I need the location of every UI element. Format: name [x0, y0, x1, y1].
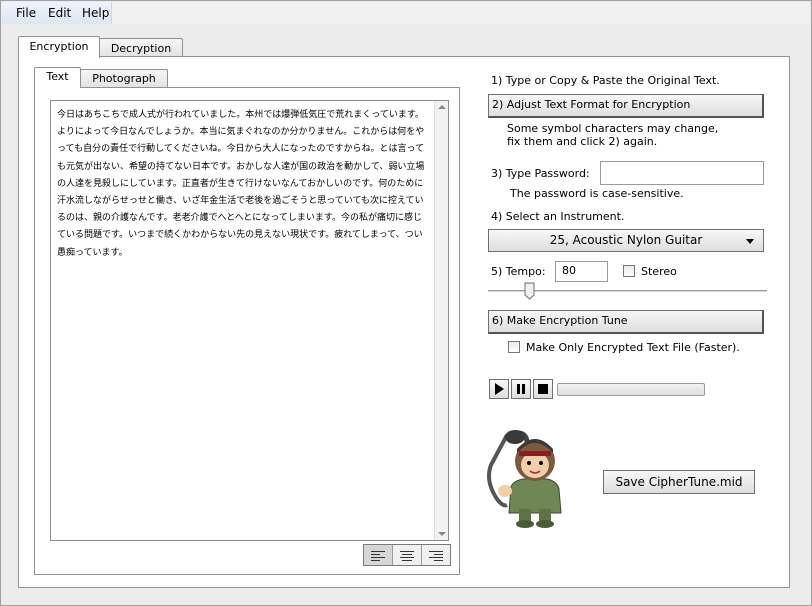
tab-encryption[interactable]: Encryption: [18, 36, 100, 58]
play-icon[interactable]: [489, 379, 509, 399]
stereo-label: Stereo: [641, 265, 677, 278]
save-ciphertune-button[interactable]: Save CipherTune.mid: [603, 470, 755, 494]
tab-photograph[interactable]: Photograph: [80, 69, 168, 87]
adjust-text-format-button[interactable]: 2) Adjust Text Format for Encryption: [488, 94, 764, 118]
tempo-input[interactable]: 80: [555, 261, 608, 282]
stereo-checkbox[interactable]: [623, 265, 635, 277]
instrument-selected-value: 25, Acoustic Nylon Guitar: [549, 233, 703, 247]
tab-text[interactable]: Text: [34, 67, 81, 88]
step5-tempo-label: 5) Tempo:: [491, 265, 546, 278]
step4-instrument-label: 4) Select an Instrument.: [491, 210, 625, 223]
password-input[interactable]: [600, 161, 764, 185]
align-center-icon[interactable]: [393, 545, 422, 565]
make-encryption-tune-button[interactable]: 6) Make Encryption Tune: [488, 310, 764, 334]
menu-help[interactable]: Help: [82, 6, 109, 20]
menu-edit[interactable]: Edit: [48, 6, 71, 20]
guitar-mascot-icon: [487, 430, 562, 528]
text-vertical-scrollbar[interactable]: [434, 101, 448, 540]
align-right-icon[interactable]: [422, 545, 450, 565]
only-text-file-checkbox[interactable]: [508, 341, 520, 353]
menu-bar: File Edit Help: [2, 2, 810, 24]
stop-icon[interactable]: [533, 379, 553, 399]
only-text-file-label: Make Only Encrypted Text File (Faster).: [526, 341, 740, 354]
pause-icon[interactable]: [511, 379, 531, 399]
scroll-up-arrow-icon[interactable]: [438, 105, 446, 109]
scroll-down-arrow-icon[interactable]: [438, 532, 446, 536]
playback-progress-bar: [557, 383, 705, 396]
app-window: File Edit Help Encryption Decryption Tex…: [0, 0, 812, 606]
tempo-slider-thumb[interactable]: [524, 282, 535, 300]
menu-file[interactable]: File: [16, 6, 36, 20]
step2-note-line1: Some symbol characters may change,: [507, 122, 719, 135]
dropdown-arrow-icon: [746, 239, 754, 244]
step3-password-label: 3) Type Password:: [491, 167, 590, 180]
text-alignment-group: [363, 544, 451, 566]
original-text-content: 今日はあちこちで成人式が行われていました。本州では爆弾低気圧で荒れまくっています…: [57, 110, 425, 258]
instrument-select[interactable]: 25, Acoustic Nylon Guitar: [488, 229, 764, 252]
tab-decryption[interactable]: Decryption: [99, 38, 183, 57]
align-left-icon[interactable]: [364, 545, 393, 565]
original-text-area[interactable]: 今日はあちこちで成人式が行われていました。本州では爆弾低気圧で荒れまくっています…: [50, 100, 449, 541]
step2-note-line2: fix them and click 2) again.: [507, 135, 658, 148]
step1-label: 1) Type or Copy & Paste the Original Tex…: [491, 74, 720, 87]
password-note: The password is case-sensitive.: [510, 187, 684, 200]
